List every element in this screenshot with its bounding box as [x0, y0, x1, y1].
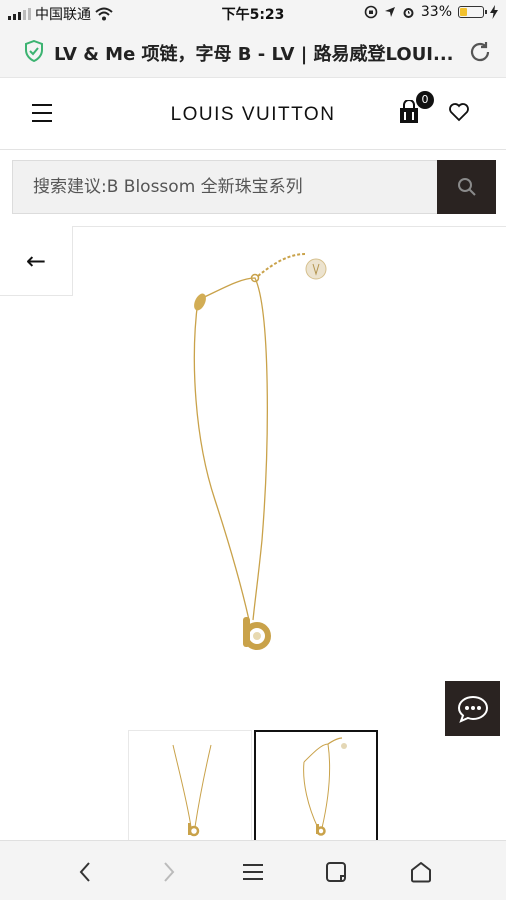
- battery-percent: 33%: [420, 4, 452, 20]
- alarm-icon: [403, 7, 414, 18]
- tabs-icon: [326, 862, 346, 882]
- chat-icon: [457, 695, 488, 723]
- divider: [0, 226, 506, 227]
- reload-icon[interactable]: [468, 40, 492, 64]
- browser-home-button[interactable]: [406, 857, 436, 887]
- status-bar: 中国联通 下午5:23 33%: [0, 0, 506, 26]
- back-arrow-icon: ←: [25, 246, 47, 275]
- chevron-left-icon: [79, 862, 90, 882]
- heart-icon[interactable]: [448, 102, 470, 122]
- battery-icon: [458, 6, 487, 18]
- thumbnail-image: [303, 737, 347, 836]
- page-title[interactable]: LV & Me 项链，字母 B - LV | 路易威登LOUI...: [54, 40, 464, 66]
- rotation-lock-icon: [364, 5, 378, 19]
- search-icon: [457, 178, 476, 196]
- browser-forward-button[interactable]: [154, 857, 184, 887]
- site-header: LOUIS VUITTON 0: [0, 78, 506, 150]
- product-thumbnail-selected[interactable]: [254, 730, 378, 842]
- search-input[interactable]: [13, 161, 437, 213]
- location-icon: [384, 7, 395, 17]
- home-icon: [411, 862, 431, 883]
- charging-icon: [490, 5, 498, 19]
- back-button[interactable]: ←: [0, 226, 73, 296]
- product-image[interactable]: [140, 240, 360, 660]
- menu-icon[interactable]: [32, 104, 52, 122]
- address-bar[interactable]: LV & Me 项链，字母 B - LV | 路易威登LOUI...: [0, 26, 506, 78]
- browser-tabs-button[interactable]: [322, 857, 352, 887]
- browser-menu-button[interactable]: [238, 857, 268, 887]
- browser-back-button[interactable]: [70, 857, 100, 887]
- browser-toolbar: [0, 840, 506, 900]
- thumbnail-image: [172, 744, 212, 837]
- search-field[interactable]: [12, 160, 438, 214]
- chat-button[interactable]: [445, 681, 500, 736]
- shield-icon: [25, 40, 43, 62]
- chevron-right-icon: [164, 862, 175, 882]
- product-thumbnail[interactable]: [128, 730, 252, 842]
- pendant-b: [243, 617, 271, 650]
- status-right: 33%: [364, 4, 498, 20]
- cart-count-badge: 0: [416, 91, 434, 109]
- search-button[interactable]: [437, 160, 496, 214]
- menu-icon: [243, 864, 263, 880]
